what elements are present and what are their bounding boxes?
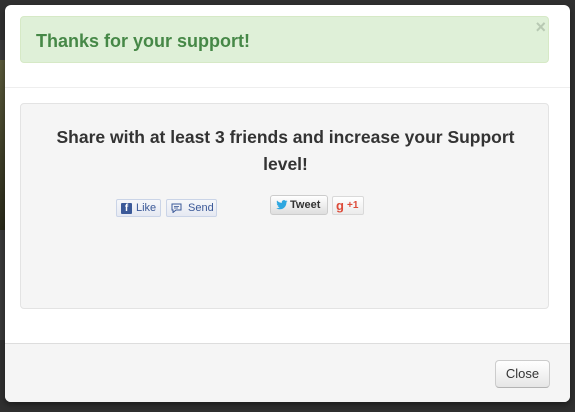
- header-divider: [5, 87, 570, 88]
- facebook-like-button[interactable]: f Like: [116, 199, 161, 217]
- share-heading: Share with at least 3 friends and increa…: [56, 127, 515, 174]
- tweet-button[interactable]: Tweet: [270, 195, 328, 215]
- success-alert: Thanks for your support! ×: [20, 16, 549, 63]
- twitter-bird-icon: [276, 200, 288, 210]
- share-panel: Share with at least 3 friends and increa…: [20, 103, 549, 309]
- google-plus-label: +1: [347, 200, 359, 211]
- send-icon: [171, 203, 182, 213]
- close-button[interactable]: Close: [495, 360, 550, 388]
- tweet-label: Tweet: [290, 199, 321, 211]
- facebook-icon: f: [121, 203, 132, 214]
- google-plus-icon: g: [336, 198, 344, 213]
- facebook-send-button[interactable]: Send: [166, 199, 217, 217]
- alert-close-icon[interactable]: ×: [535, 18, 546, 36]
- alert-message: Thanks for your support!: [36, 31, 251, 51]
- facebook-like-label: Like: [136, 202, 157, 214]
- google-plus-button[interactable]: g +1: [332, 196, 364, 215]
- modal-footer: Close: [5, 343, 570, 402]
- facebook-send-label: Send: [188, 202, 214, 214]
- support-modal: Thanks for your support! × Share with at…: [5, 5, 570, 402]
